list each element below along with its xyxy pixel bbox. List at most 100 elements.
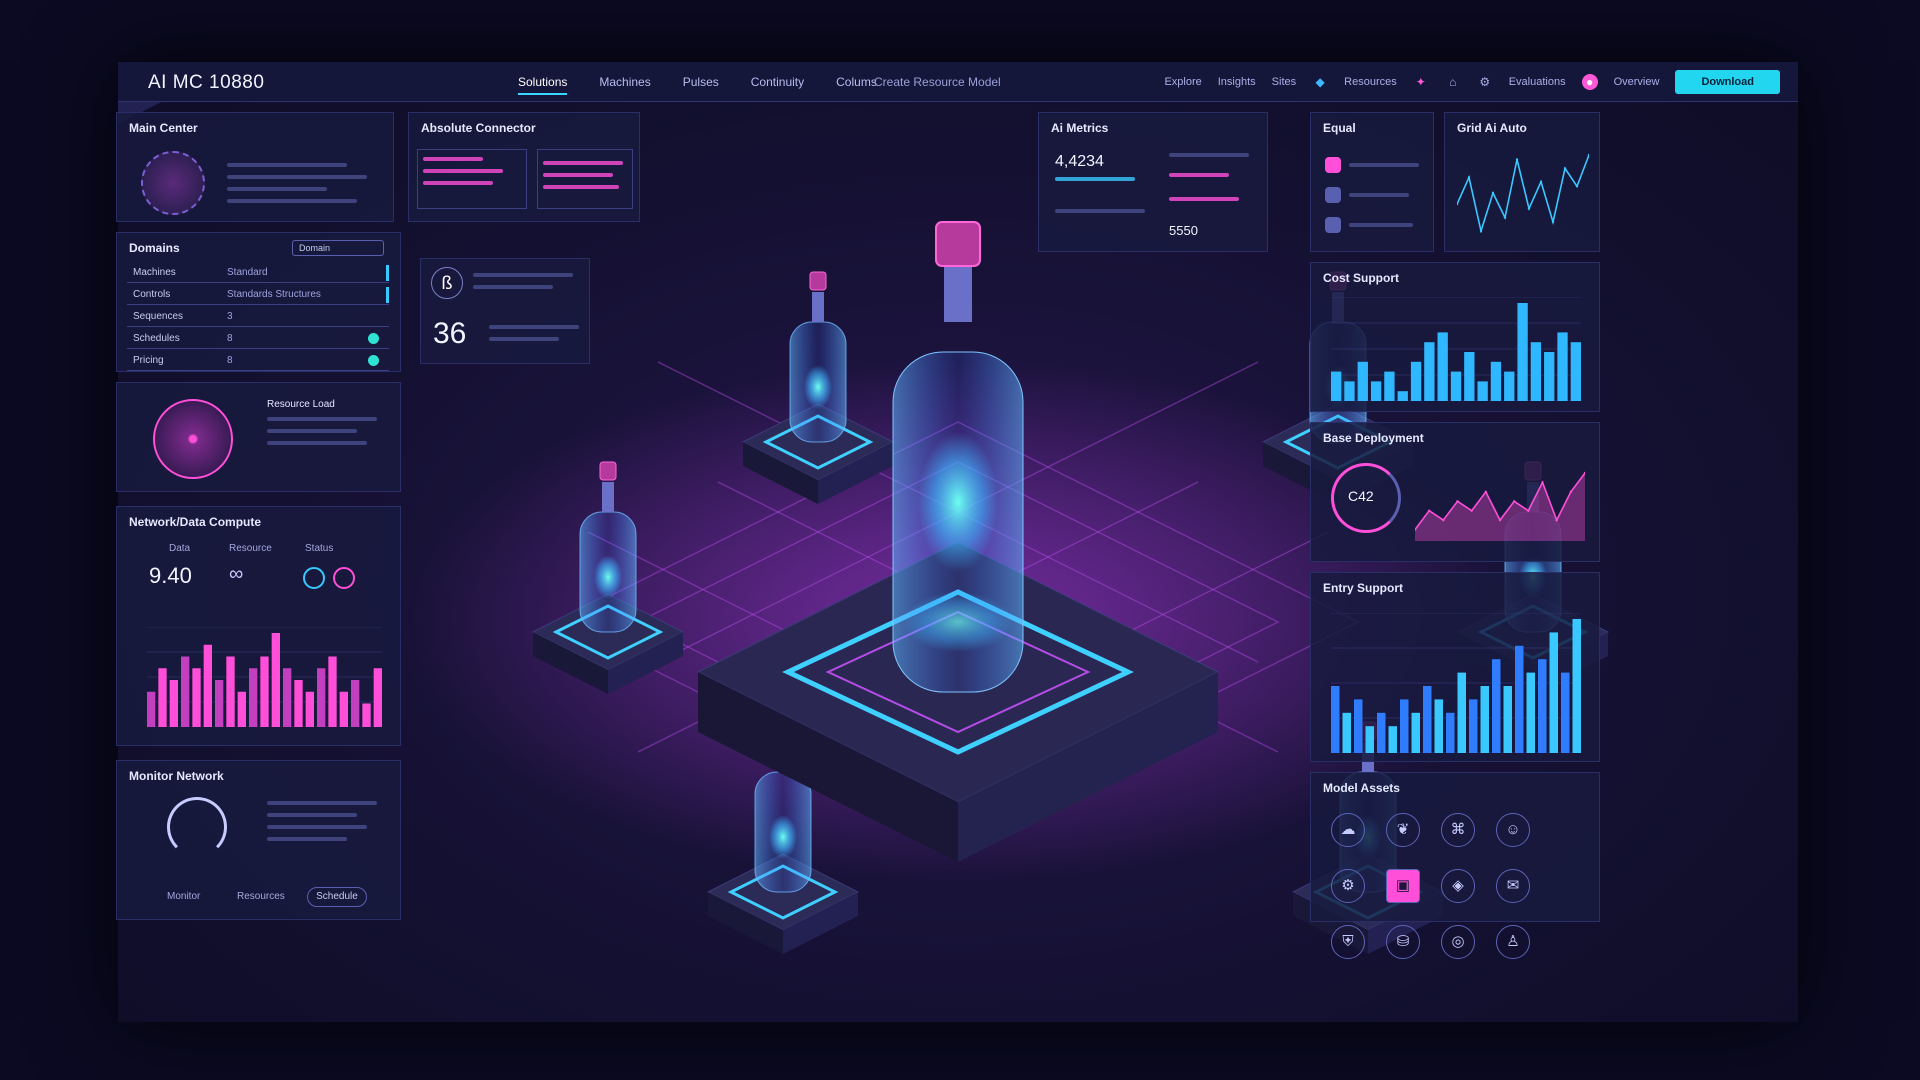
nav-item-continuity[interactable]: Continuity	[751, 75, 804, 95]
chart-bar	[1572, 619, 1581, 753]
node-globe-icon	[141, 151, 205, 215]
chip-icon[interactable]: ▣	[1386, 869, 1420, 903]
top-link-sites[interactable]: Sites	[1272, 76, 1296, 88]
cube-icon[interactable]: ◈	[1441, 869, 1475, 903]
panel-title: Model Assets	[1323, 781, 1400, 795]
chart-bar	[1492, 659, 1501, 753]
domain-row[interactable]: Machines Standard	[127, 263, 389, 283]
database-icon[interactable]: ⛁	[1386, 925, 1420, 959]
entry-support-panel: Entry Support	[1310, 572, 1600, 762]
nav-item-pulses[interactable]: Pulses	[683, 75, 719, 95]
domains-panel: Domains Domain Machines Standard Control…	[116, 232, 401, 372]
grid-ai-line-chart	[1457, 153, 1589, 233]
top-link-explore[interactable]: Explore	[1164, 76, 1201, 88]
gear-icon[interactable]: ⚙	[1331, 869, 1365, 903]
domain-row[interactable]: Controls Standards Structures	[127, 285, 389, 305]
deployment-gauge: C42	[1331, 463, 1401, 533]
avatar[interactable]: ●	[1581, 74, 1598, 90]
shield-icon[interactable]: ⛨	[1331, 925, 1365, 959]
stat-value: 36	[433, 317, 467, 350]
chart-point	[1551, 220, 1555, 224]
metric-value-secondary: 5550	[1169, 223, 1198, 238]
chart-bar	[362, 703, 371, 727]
chart-bar	[283, 668, 292, 727]
chart-bar	[1570, 342, 1581, 401]
chart-bar	[1526, 672, 1535, 753]
chart-bar	[1561, 672, 1570, 753]
user-icon[interactable]: ♙	[1496, 925, 1530, 959]
bot-icon[interactable]: ☺	[1496, 813, 1530, 847]
chart-bar	[1342, 712, 1351, 753]
domain-row[interactable]: Pricing 8	[127, 351, 389, 371]
entry-support-chart	[1331, 613, 1581, 753]
top-link-overview[interactable]: Overview	[1614, 76, 1660, 88]
chart-point	[1456, 500, 1459, 503]
chart-bar	[1530, 342, 1542, 401]
cost-support-panel: Cost Support	[1310, 262, 1600, 412]
chart-bar	[203, 644, 212, 727]
cost-support-chart	[1331, 297, 1581, 401]
chat-icon[interactable]: ✉	[1496, 869, 1530, 903]
chart-bar	[1538, 659, 1547, 753]
toggle-icon[interactable]	[303, 567, 325, 589]
chart-bar	[237, 691, 246, 727]
chart-bar	[1377, 712, 1386, 753]
panel-title: Entry Support	[1323, 581, 1403, 595]
chart-point	[1427, 509, 1431, 512]
gear-icon[interactable]: ⚙	[1477, 74, 1493, 90]
chart-bar	[192, 668, 201, 727]
panel-title: Ai Metrics	[1051, 121, 1109, 135]
metric-value: 4,4234	[1055, 153, 1104, 170]
card-heading: Resource Load	[267, 399, 335, 410]
timer-icon[interactable]	[333, 567, 355, 589]
nav-item-colums[interactable]: Colums	[836, 75, 877, 95]
chart-bar	[1544, 352, 1555, 401]
chart-bar	[1331, 686, 1340, 753]
cloud-icon[interactable]: ☁	[1331, 813, 1365, 847]
sparkle-icon[interactable]: ✦	[1413, 74, 1429, 90]
speedometer-icon	[167, 797, 227, 857]
chart-bar	[1517, 303, 1528, 401]
nav-item-solutions[interactable]: Solutions	[518, 75, 568, 95]
nav-item-machines[interactable]: Machines	[599, 75, 650, 95]
globe-icon[interactable]: ◎	[1441, 925, 1475, 959]
create-resource-link[interactable]: Create Resource Model	[874, 75, 1001, 89]
chart-point	[1527, 509, 1530, 512]
panel-title: Main Center	[129, 121, 198, 135]
equal-panel: Equal	[1310, 112, 1434, 252]
top-link-evaluations[interactable]: Evaluations	[1509, 76, 1566, 88]
home-icon[interactable]: ⌂	[1445, 74, 1461, 90]
panel-title: Monitor Network	[129, 769, 224, 783]
panel-title: Domains	[129, 241, 180, 255]
domain-row[interactable]: Sequences 3	[127, 307, 389, 327]
domain-row[interactable]: Schedules 8	[127, 329, 389, 349]
top-navigation-bar: AI MC 10880 Solutions Machines Pulses Co…	[118, 62, 1798, 102]
metric-value: 9.40	[149, 563, 192, 588]
chart-point	[1470, 509, 1473, 512]
chart-point	[1515, 158, 1519, 161]
network-icon[interactable]: ⌘	[1441, 813, 1475, 847]
chart-bar	[1423, 686, 1432, 753]
chart-bar	[1384, 371, 1395, 401]
chart-bar	[373, 668, 382, 727]
dashboard-frame: AI MC 10880 Solutions Machines Pulses Co…	[116, 62, 1798, 1022]
top-link-resources[interactable]: Resources	[1344, 76, 1397, 88]
chart-bar	[1503, 686, 1512, 753]
chart-bar	[351, 680, 360, 727]
top-link-insights[interactable]: Insights	[1218, 76, 1256, 88]
chart-bar	[328, 656, 337, 727]
model-assets-panel: Model Assets ☁ ❦ ⌘ ☺ ⚙ ▣ ◈ ✉ ⛨ ⛁ ◎ ♙	[1310, 772, 1600, 959]
base-deployment-panel: Base Deployment C42	[1310, 422, 1600, 562]
chart-bar	[1477, 381, 1488, 401]
brain-icon[interactable]: ❦	[1386, 813, 1420, 847]
panel-title: Equal	[1323, 121, 1356, 135]
chart-bar	[317, 668, 326, 727]
top-right-controls: Explore Insights Sites ◆ Resources ✦ ⌂ ⚙…	[1164, 70, 1780, 94]
chart-bar	[1354, 699, 1363, 753]
chart-bar	[1370, 381, 1382, 401]
chart-point	[1491, 191, 1495, 195]
download-button[interactable]: Download	[1675, 70, 1780, 94]
status-dot	[368, 333, 379, 344]
schedule-button[interactable]: Schedule	[307, 887, 367, 907]
domain-dropdown[interactable]: Domain	[292, 240, 384, 256]
